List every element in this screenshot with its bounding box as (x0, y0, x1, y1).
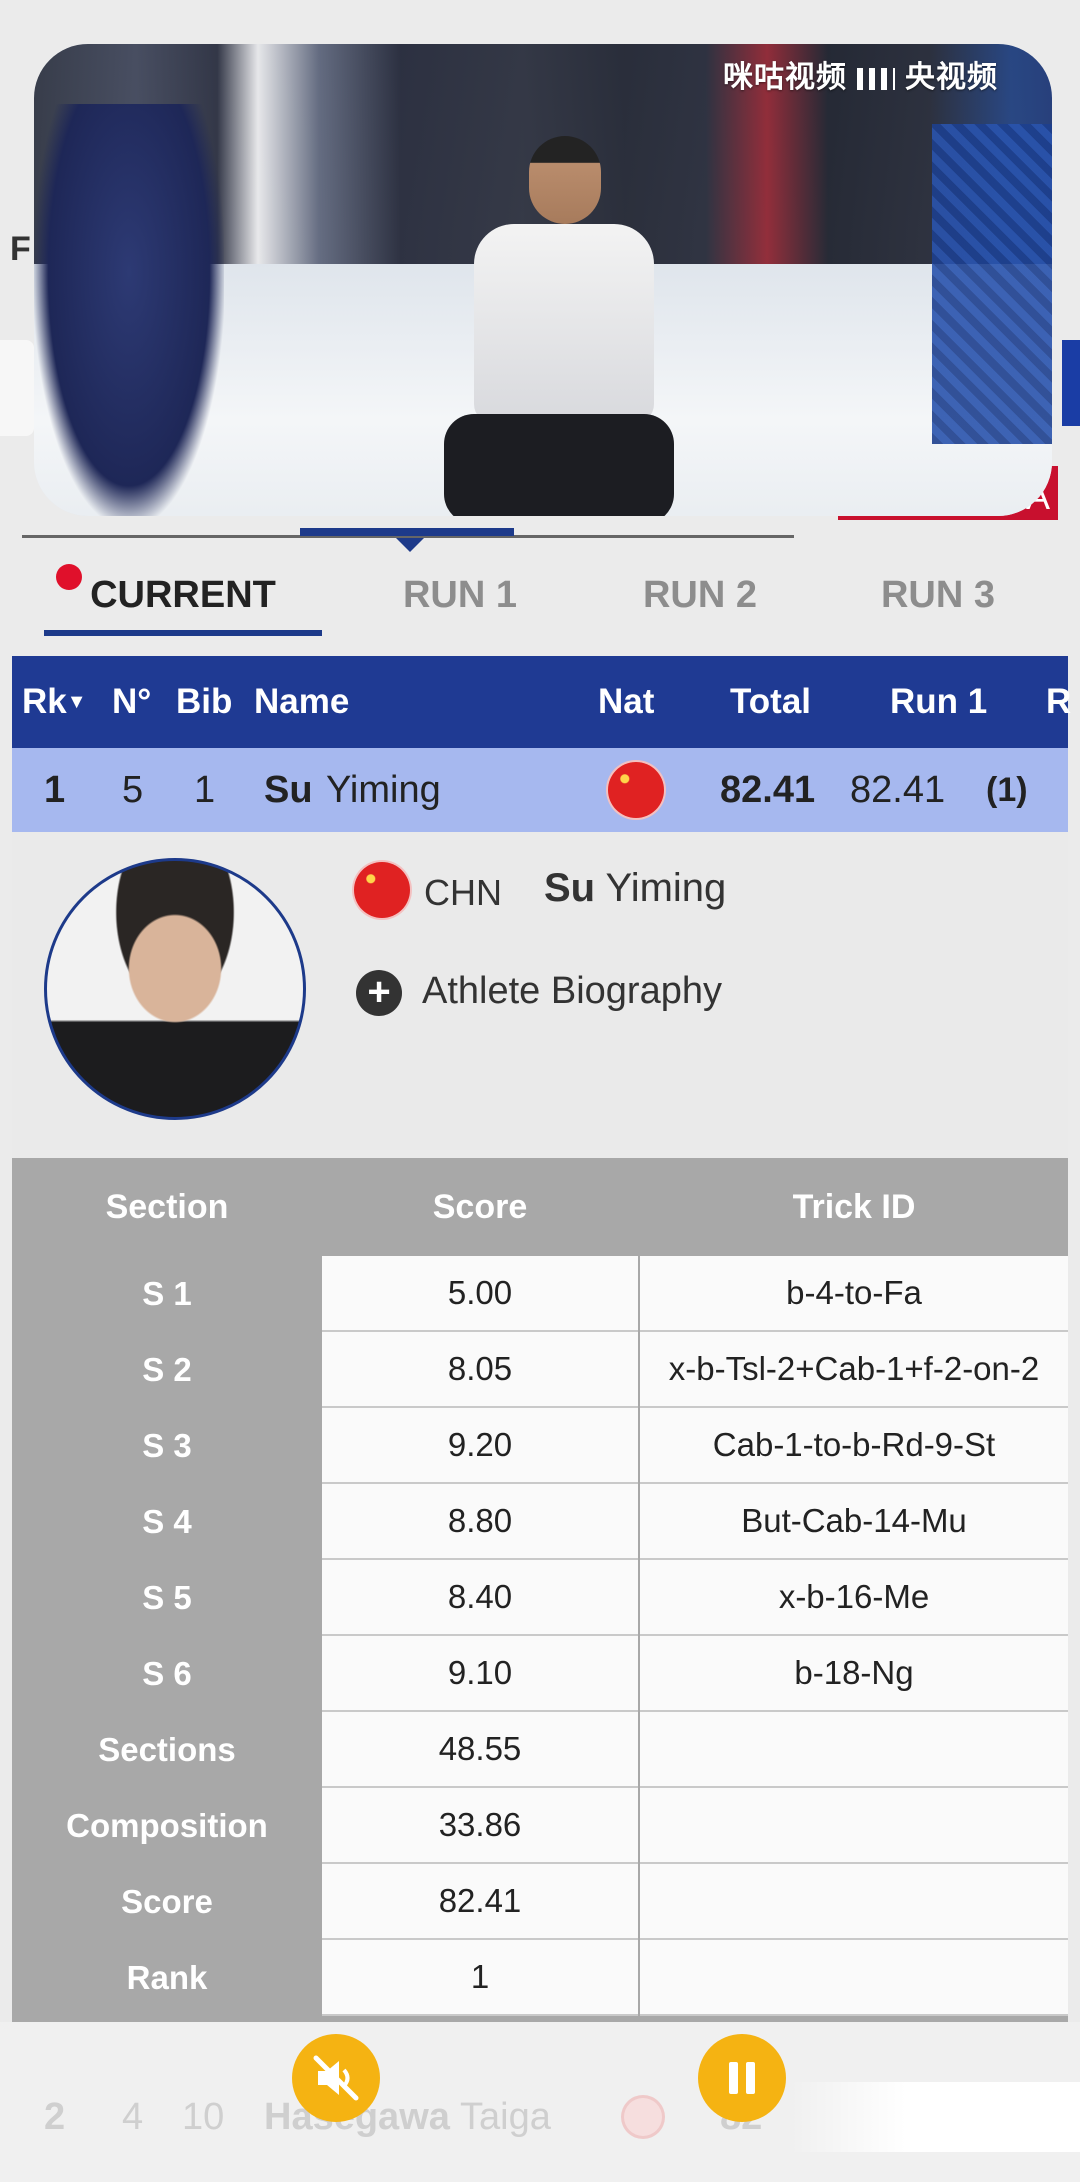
broadcaster-watermark: 咪咕视频 央视频 (723, 60, 998, 95)
athlete-photo (44, 858, 306, 1120)
score-value: 1 (322, 1940, 638, 2016)
trick-id (640, 1712, 1068, 1788)
sort-down-icon: ▼ (66, 691, 87, 713)
score-value: 9.20 (322, 1408, 638, 1484)
athlete-nat: CHN (424, 872, 502, 913)
tab-run-2[interactable]: RUN 2 (600, 560, 800, 630)
row-surname: Su (264, 769, 313, 811)
row-total: 82.41 (720, 769, 816, 811)
background-page-panel (0, 340, 34, 436)
score-row: Composition 33.86 (12, 1788, 1068, 1864)
tab-scroll-indicator (300, 528, 514, 536)
trick-id (640, 1864, 1068, 1940)
score-row: Score 82.41 (12, 1864, 1068, 1940)
score-section-label: S 3 (142, 1427, 192, 1464)
athlete-name: Su Yiming (544, 866, 727, 910)
trick-id: Cab-1-to-b-Rd-9-St (640, 1408, 1068, 1484)
score-row: S 5 8.40 x-b-16-Me (12, 1560, 1068, 1636)
background-page-letter: F (10, 230, 31, 268)
row-rank: 1 (44, 769, 66, 811)
col-run-1[interactable]: Run 1 (890, 656, 987, 748)
score-value: 8.80 (322, 1484, 638, 1560)
row-run-1-rank: (1) (986, 771, 1028, 809)
video-barrier (932, 124, 1052, 444)
score-section-label: S 4 (142, 1503, 192, 1540)
score-value: 9.10 (322, 1636, 638, 1712)
trick-id: But-Cab-14-Mu (640, 1484, 1068, 1560)
row-given-name: Taiga (460, 2096, 551, 2138)
table-row[interactable]: 1 5 1 Su Yiming 82.41 82.41 (1) (12, 748, 1068, 832)
row-run-1: 82.41 (850, 769, 946, 811)
athlete-biography-link[interactable]: Athlete Biography (422, 970, 722, 1013)
pause-button[interactable] (698, 2034, 786, 2122)
trick-id: x-b-16-Me (640, 1560, 1068, 1636)
score-row: S 2 8.05 x-b-Tsl-2+Cab-1+f-2-on-2 (12, 1332, 1068, 1408)
row-bib: 1 (194, 769, 216, 811)
tab-run-1[interactable]: RUN 1 (360, 560, 560, 630)
trick-id: x-b-Tsl-2+Cab-1+f-2-on-2 (640, 1332, 1068, 1408)
row-given-name: Yiming (326, 769, 441, 811)
row-number: 4 (122, 2096, 144, 2138)
score-value: 5.00 (322, 1256, 638, 1332)
trick-id: b-4-to-Fa (640, 1256, 1068, 1332)
china-flag-icon (608, 762, 664, 818)
col-bib[interactable]: Bib (176, 656, 232, 748)
score-section-label: Score (121, 1883, 213, 1920)
score-section-label: S 2 (142, 1351, 192, 1388)
speaker-muted-icon (313, 2055, 359, 2101)
score-header-score: Score (432, 1188, 528, 1226)
results-header: Rk▼ N° Bib Name Nat Total Run 1 R (12, 656, 1071, 748)
run-tabs: CURRENT RUN 1 RUN 2 RUN 3 (0, 560, 1080, 640)
bottom-fade (790, 2082, 1080, 2152)
china-flag-icon (354, 862, 410, 918)
row-rank: 2 (44, 2096, 66, 2138)
score-section-label: Sections (98, 1731, 236, 1768)
trick-id (640, 1788, 1068, 1864)
video-coach-figure (444, 136, 684, 516)
col-total[interactable]: Total (730, 656, 811, 748)
video-spectator (34, 104, 224, 516)
col-rank[interactable]: Rk▼ (22, 656, 87, 748)
score-row: S 1 5.00 b-4-to-Fa (12, 1256, 1068, 1332)
col-nat[interactable]: Nat (598, 656, 654, 748)
trick-id: b-18-Ng (640, 1636, 1068, 1712)
col-number[interactable]: N° (112, 656, 151, 748)
score-row: Rank 1 (12, 1940, 1068, 2016)
plus-icon[interactable]: + (356, 970, 402, 1016)
score-breakdown-table: Section Score Trick ID S 1 5.00 b-4-to-F… (12, 1158, 1068, 2022)
score-value: 82.41 (322, 1864, 638, 1940)
score-row: Sections 48.55 (12, 1712, 1068, 1788)
japan-flag-icon (624, 2098, 662, 2136)
trick-id (640, 1940, 1068, 2016)
row-number: 5 (122, 769, 144, 811)
background-page-accent (1062, 340, 1080, 426)
score-row: S 4 8.80 But-Cab-14-Mu (12, 1484, 1068, 1560)
score-section-label: S 5 (142, 1579, 192, 1616)
score-row: S 6 9.10 b-18-Ng (12, 1636, 1068, 1712)
score-section-label: Rank (126, 1959, 208, 1996)
score-value: 8.40 (322, 1560, 638, 1636)
score-value: 8.05 (322, 1332, 638, 1408)
pause-icon (729, 2062, 755, 2094)
score-section-label: Composition (66, 1807, 268, 1844)
score-header-trick: Trick ID (792, 1188, 916, 1226)
tab-run-3[interactable]: RUN 3 (838, 560, 1038, 630)
score-header-section: Section (105, 1188, 229, 1226)
col-run-next[interactable]: R (1046, 656, 1071, 748)
row-bib: 10 (182, 2096, 225, 2138)
mute-button[interactable] (292, 2034, 380, 2122)
score-value: 48.55 (322, 1712, 638, 1788)
score-row: S 3 9.20 Cab-1-to-b-Rd-9-St (12, 1408, 1068, 1484)
score-value: 33.86 (322, 1788, 638, 1864)
athlete-card: CHN Su Yiming + Athlete Biography (12, 832, 1068, 1158)
col-name[interactable]: Name (254, 656, 349, 748)
tab-caret-icon (396, 538, 424, 552)
video-player[interactable]: 咪咕视频 央视频 (34, 44, 1052, 516)
tab-current[interactable]: CURRENT (44, 560, 322, 636)
score-section-label: S 1 (142, 1275, 192, 1312)
score-section-label: S 6 (142, 1655, 192, 1692)
